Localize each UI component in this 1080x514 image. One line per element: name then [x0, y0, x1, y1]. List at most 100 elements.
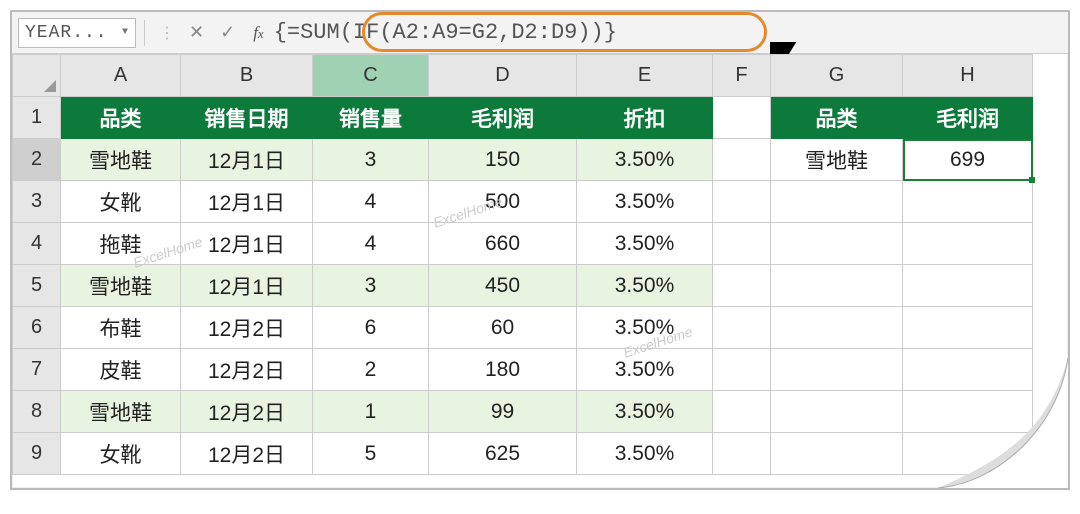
cell-E6[interactable]: 3.50%	[577, 307, 713, 349]
cell-B5[interactable]: 12月1日	[181, 265, 313, 307]
cell-C7[interactable]: 2	[313, 349, 429, 391]
cell-B3[interactable]: 12月1日	[181, 181, 313, 223]
spreadsheet[interactable]: ABCDEFGH1品类销售日期销售量毛利润折扣品类毛利润2雪地鞋12月1日315…	[12, 54, 1068, 475]
cancel-formula-button[interactable]: ✕	[181, 22, 212, 43]
cell-H2[interactable]: 699	[903, 139, 1033, 181]
cell-A1[interactable]: 品类	[61, 97, 181, 139]
cell-D3[interactable]: 500	[429, 181, 577, 223]
cell-H8[interactable]	[903, 391, 1033, 433]
cell-F6[interactable]	[713, 307, 771, 349]
cell-A6[interactable]: 布鞋	[61, 307, 181, 349]
cell-F5[interactable]	[713, 265, 771, 307]
col-header-H[interactable]: H	[903, 55, 1033, 97]
col-header-E[interactable]: E	[577, 55, 713, 97]
col-header-G[interactable]: G	[771, 55, 903, 97]
chevron-down-icon[interactable]: ▼	[122, 27, 129, 38]
cell-C8[interactable]: 1	[313, 391, 429, 433]
cell-G6[interactable]	[771, 307, 903, 349]
cell-E1[interactable]: 折扣	[577, 97, 713, 139]
cell-B7[interactable]: 12月2日	[181, 349, 313, 391]
cell-D2[interactable]: 150	[429, 139, 577, 181]
cell-E9[interactable]: 3.50%	[577, 433, 713, 475]
cell-E5[interactable]: 3.50%	[577, 265, 713, 307]
cell-B1[interactable]: 销售日期	[181, 97, 313, 139]
name-box[interactable]: YEAR... ▼	[18, 18, 136, 48]
cell-G4[interactable]	[771, 223, 903, 265]
cell-F4[interactable]	[713, 223, 771, 265]
cell-D9[interactable]: 625	[429, 433, 577, 475]
cell-C9[interactable]: 5	[313, 433, 429, 475]
cell-E7[interactable]: 3.50%	[577, 349, 713, 391]
cell-H7[interactable]	[903, 349, 1033, 391]
row-header-8[interactable]: 8	[13, 391, 61, 433]
cell-G5[interactable]	[771, 265, 903, 307]
cell-A8[interactable]: 雪地鞋	[61, 391, 181, 433]
confirm-formula-button[interactable]: ✓	[212, 22, 243, 43]
cell-C1[interactable]: 销售量	[313, 97, 429, 139]
cell-F9[interactable]	[713, 433, 771, 475]
cell-H6[interactable]	[903, 307, 1033, 349]
fx-icon[interactable]: fx	[243, 23, 270, 43]
cell-F3[interactable]	[713, 181, 771, 223]
formula-bar: YEAR... ▼ ⋮ ✕ ✓ fx {=SUM(IF(A2:A9=G2,D2:…	[12, 12, 1068, 54]
cell-C4[interactable]: 4	[313, 223, 429, 265]
cell-A3[interactable]: 女靴	[61, 181, 181, 223]
cell-C3[interactable]: 4	[313, 181, 429, 223]
cell-F2[interactable]	[713, 139, 771, 181]
col-header-D[interactable]: D	[429, 55, 577, 97]
cell-G2[interactable]: 雪地鞋	[771, 139, 903, 181]
cell-H3[interactable]	[903, 181, 1033, 223]
col-header-F[interactable]: F	[713, 55, 771, 97]
cell-E2[interactable]: 3.50%	[577, 139, 713, 181]
cell-G8[interactable]	[771, 391, 903, 433]
cell-B2[interactable]: 12月1日	[181, 139, 313, 181]
cell-D5[interactable]: 450	[429, 265, 577, 307]
cell-B6[interactable]: 12月2日	[181, 307, 313, 349]
name-box-text: YEAR...	[25, 23, 108, 43]
cell-G1[interactable]: 品类	[771, 97, 903, 139]
cell-F7[interactable]	[713, 349, 771, 391]
cell-B8[interactable]: 12月2日	[181, 391, 313, 433]
col-header-B[interactable]: B	[181, 55, 313, 97]
cell-G3[interactable]	[771, 181, 903, 223]
cell-A5[interactable]: 雪地鞋	[61, 265, 181, 307]
row-header-4[interactable]: 4	[13, 223, 61, 265]
cell-D4[interactable]: 660	[429, 223, 577, 265]
cell-F8[interactable]	[713, 391, 771, 433]
row-header-3[interactable]: 3	[13, 181, 61, 223]
col-header-C[interactable]: C	[313, 55, 429, 97]
cell-H1[interactable]: 毛利润	[903, 97, 1033, 139]
cell-E8[interactable]: 3.50%	[577, 391, 713, 433]
select-all-corner[interactable]	[13, 55, 61, 97]
cell-H4[interactable]	[903, 223, 1033, 265]
cell-E3[interactable]: 3.50%	[577, 181, 713, 223]
cell-B9[interactable]: 12月2日	[181, 433, 313, 475]
cell-C2[interactable]: 3	[313, 139, 429, 181]
row-header-5[interactable]: 5	[13, 265, 61, 307]
row-header-9[interactable]: 9	[13, 433, 61, 475]
cell-C5[interactable]: 3	[313, 265, 429, 307]
row-header-6[interactable]: 6	[13, 307, 61, 349]
cell-F1[interactable]	[713, 97, 771, 139]
formula-input[interactable]: {=SUM(IF(A2:A9=G2,D2:D9))}	[270, 20, 617, 45]
cell-A2[interactable]: 雪地鞋	[61, 139, 181, 181]
cell-B4[interactable]: 12月1日	[181, 223, 313, 265]
cell-H5[interactable]	[903, 265, 1033, 307]
cell-A4[interactable]: 拖鞋	[61, 223, 181, 265]
cell-D7[interactable]: 180	[429, 349, 577, 391]
cell-D8[interactable]: 99	[429, 391, 577, 433]
col-header-A[interactable]: A	[61, 55, 181, 97]
row-header-7[interactable]: 7	[13, 349, 61, 391]
cell-H9[interactable]	[903, 433, 1033, 475]
row-header-1[interactable]: 1	[13, 97, 61, 139]
cell-A9[interactable]: 女靴	[61, 433, 181, 475]
cell-G7[interactable]	[771, 349, 903, 391]
cell-G9[interactable]	[771, 433, 903, 475]
cell-E4[interactable]: 3.50%	[577, 223, 713, 265]
cell-A7[interactable]: 皮鞋	[61, 349, 181, 391]
cell-C6[interactable]: 6	[313, 307, 429, 349]
cell-D1[interactable]: 毛利润	[429, 97, 577, 139]
cell-D6[interactable]: 60	[429, 307, 577, 349]
row-header-2[interactable]: 2	[13, 139, 61, 181]
vertical-dots-icon: ⋮	[159, 23, 175, 43]
